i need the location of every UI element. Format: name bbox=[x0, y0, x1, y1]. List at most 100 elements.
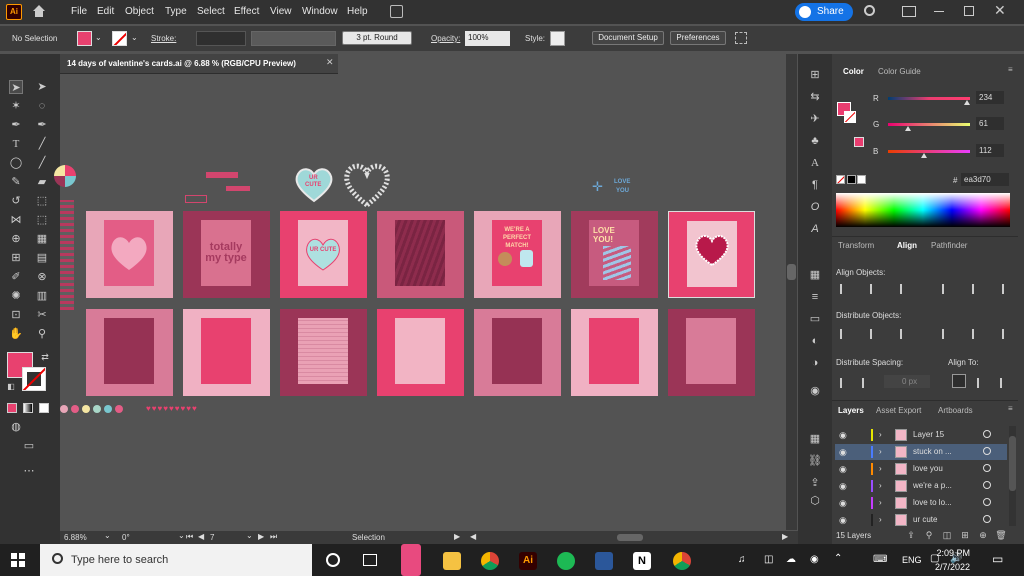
close-icon[interactable]: ✕ bbox=[994, 2, 1006, 19]
clock-date[interactable]: 2/7/2022 bbox=[926, 562, 970, 572]
brush-definition-dropdown[interactable]: 3 pt. Round bbox=[342, 31, 412, 45]
share-button[interactable]: Share bbox=[795, 3, 853, 21]
gradient-mode-icon[interactable] bbox=[23, 403, 33, 413]
keyboard-icon[interactable]: ⌨ bbox=[873, 554, 887, 565]
layer-row[interactable]: ◉ › stuck on ... bbox=[835, 444, 1007, 460]
target-circle-icon[interactable] bbox=[983, 447, 991, 455]
artboard-4[interactable] bbox=[377, 211, 464, 298]
artboard-number[interactable]: 7 bbox=[210, 533, 214, 542]
chevron-down-icon[interactable]: ⌄ bbox=[246, 531, 253, 540]
variable-width-profile[interactable] bbox=[251, 31, 336, 46]
scroll-right-icon[interactable]: ▶ bbox=[782, 532, 788, 541]
artboard-11[interactable] bbox=[377, 309, 464, 396]
graphic-styles-icon[interactable]: ▦ bbox=[808, 268, 822, 282]
green-slider[interactable] bbox=[888, 123, 970, 131]
chevron-right-icon[interactable]: › bbox=[879, 447, 882, 456]
artboard-13[interactable] bbox=[571, 309, 658, 396]
type-tool-icon[interactable]: T bbox=[9, 137, 23, 151]
lasso-tool-icon[interactable]: ◌ bbox=[35, 99, 49, 113]
distribute-right-icon[interactable] bbox=[1002, 329, 1014, 339]
notion-icon[interactable]: N bbox=[633, 552, 651, 570]
menu-select[interactable]: Select bbox=[197, 6, 225, 17]
align-to-selection-icon[interactable] bbox=[977, 378, 989, 388]
blue-slider[interactable] bbox=[888, 150, 970, 158]
layer-row[interactable]: ◉ › ur cute bbox=[835, 512, 1007, 528]
horizontal-align-center-icon[interactable] bbox=[870, 284, 882, 294]
arrange-documents-icon[interactable] bbox=[390, 5, 403, 18]
panel-menu-icon[interactable]: ≡ bbox=[1008, 404, 1013, 413]
artboard-tool-icon[interactable]: ⊡ bbox=[9, 308, 23, 322]
swap-colors-icon[interactable]: ⇄ bbox=[38, 350, 52, 364]
transparency-icon[interactable]: ◐ bbox=[808, 334, 822, 348]
menu-effect[interactable]: Effect bbox=[234, 6, 259, 17]
selection-tool-icon[interactable]: ➤ bbox=[9, 80, 23, 94]
brushes-icon[interactable]: ✈ bbox=[808, 112, 822, 126]
arrange-icon[interactable] bbox=[735, 32, 747, 44]
edit-toolbar-icon[interactable]: ⋯ bbox=[22, 464, 36, 478]
chevron-right-icon[interactable]: › bbox=[879, 481, 882, 490]
artboard-7[interactable] bbox=[668, 211, 755, 298]
symbol-sprayer-tool-icon[interactable]: ✺ bbox=[9, 289, 23, 303]
previous-artboard-icon[interactable]: ◀ bbox=[198, 532, 204, 541]
color-mode-icon[interactable] bbox=[7, 403, 17, 413]
opacity-label[interactable]: Opacity: bbox=[431, 34, 460, 43]
menu-view[interactable]: View bbox=[270, 6, 292, 17]
preferences-button[interactable]: Preferences bbox=[670, 31, 726, 45]
width-tool-icon[interactable]: ⋈ bbox=[9, 213, 23, 227]
create-new-layer-icon[interactable]: ⊕ bbox=[976, 528, 990, 542]
artboard-12[interactable] bbox=[474, 309, 561, 396]
mesh-tool-icon[interactable]: ⊞ bbox=[9, 251, 23, 265]
shape-builder-tool-icon[interactable]: ⊕ bbox=[9, 232, 23, 246]
visibility-eye-icon[interactable]: ◉ bbox=[839, 464, 847, 475]
audio-tray-icon[interactable]: ♫ bbox=[738, 554, 746, 565]
vertical-align-top-icon[interactable] bbox=[942, 284, 954, 294]
word-icon[interactable] bbox=[595, 552, 613, 570]
windows-start-icon[interactable] bbox=[11, 553, 25, 567]
last-artboard-icon[interactable]: ⏭ bbox=[270, 532, 277, 542]
layer-row[interactable]: ◉ › we're a p... bbox=[835, 478, 1007, 494]
ai-logo[interactable]: Ai bbox=[6, 4, 22, 20]
layers-scrollbar[interactable] bbox=[1009, 426, 1016, 526]
document-tab[interactable]: 14 days of valentine's cards.ai @ 6.88 %… bbox=[60, 54, 338, 74]
menu-help[interactable]: Help bbox=[347, 6, 368, 17]
free-transform-tool-icon[interactable]: ⬚ bbox=[35, 213, 49, 227]
status-arrow-icon[interactable]: ▶ bbox=[454, 532, 460, 541]
create-sublayer-icon[interactable]: ⊞ bbox=[958, 528, 972, 542]
eraser-tool-icon[interactable]: ▰ bbox=[35, 175, 49, 189]
vertical-scrollbar[interactable] bbox=[786, 54, 797, 530]
ellipse-tool-icon[interactable]: ◯ bbox=[9, 156, 23, 170]
artboard-14[interactable] bbox=[668, 309, 755, 396]
artboard-9[interactable] bbox=[183, 309, 270, 396]
white-swatch[interactable] bbox=[857, 175, 866, 184]
slider-thumb[interactable] bbox=[964, 100, 970, 105]
hex-input[interactable]: ea3d70 bbox=[961, 173, 1009, 186]
shaper-tool-icon[interactable]: ✎ bbox=[9, 175, 23, 189]
opentype-icon[interactable]: O bbox=[808, 200, 822, 214]
artboard-8[interactable] bbox=[86, 309, 173, 396]
chevron-down-icon[interactable]: ⌄ bbox=[95, 33, 102, 42]
chevron-down-icon[interactable]: ⌄ bbox=[178, 531, 185, 540]
artboard-6[interactable]: LOVE YOU! bbox=[571, 211, 658, 298]
direct-selection-tool-icon[interactable]: ➤ bbox=[35, 80, 49, 94]
tab-transform[interactable]: Transform bbox=[838, 241, 874, 250]
chevron-right-icon[interactable]: › bbox=[879, 515, 882, 524]
app-icon[interactable] bbox=[401, 544, 421, 576]
scale-tool-icon[interactable]: ⬚ bbox=[35, 194, 49, 208]
illustrator-icon[interactable]: Ai bbox=[519, 552, 537, 570]
panel-menu-icon[interactable]: ≡ bbox=[1008, 65, 1013, 74]
minimize-icon[interactable] bbox=[934, 11, 944, 12]
vertical-distribute-space-icon[interactable] bbox=[840, 378, 852, 388]
3d-cube-icon[interactable]: ⬡ bbox=[808, 494, 822, 508]
character-icon[interactable]: A bbox=[808, 156, 822, 170]
cloud-tray-icon[interactable]: ☁ bbox=[786, 554, 796, 565]
menu-edit[interactable]: Edit bbox=[97, 6, 114, 17]
workspace-switcher-icon[interactable] bbox=[902, 6, 916, 17]
stroke-panel-icon[interactable]: ≡ bbox=[808, 290, 822, 304]
symbols-icon[interactable]: ♣ bbox=[808, 134, 822, 148]
tab-layers[interactable]: Layers bbox=[838, 406, 864, 415]
rotation-value[interactable]: 0° bbox=[122, 533, 130, 542]
target-circle-icon[interactable] bbox=[983, 464, 991, 472]
slider-thumb[interactable] bbox=[921, 153, 927, 158]
notification-icon[interactable]: ▭ bbox=[992, 552, 1003, 566]
spacing-input[interactable]: 0 px bbox=[884, 375, 930, 388]
